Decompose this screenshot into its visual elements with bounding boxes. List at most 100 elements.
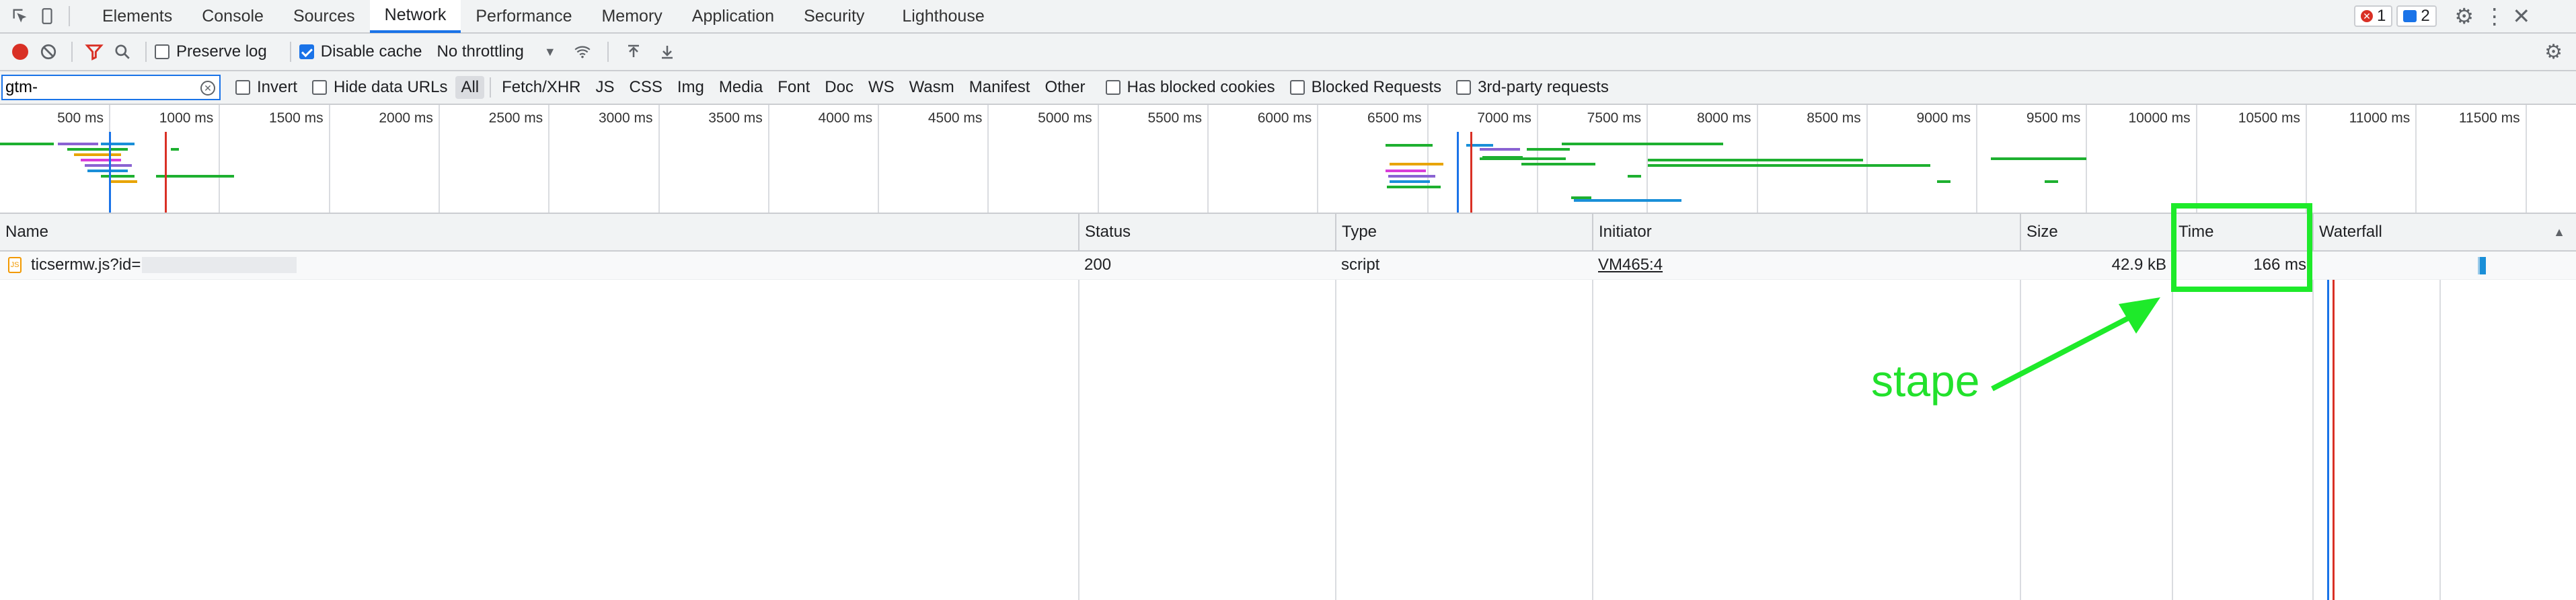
timeline-request-bar [110,180,137,183]
column-header-label: Size [2026,223,2058,241]
timeline-gridline [1317,105,1319,213]
timeline-event-marker [165,132,167,213]
network-overview-timeline[interactable]: 500 ms 1000 ms 1500 ms 2000 ms 2500 ms 3000 m… [0,105,2576,214]
filter-type-img[interactable]: Img [672,76,710,99]
tab-application[interactable]: Application [677,0,789,33]
filter-type-manifest[interactable]: Manifest [964,76,1036,99]
hide-data-urls-checkbox[interactable]: Hide data URLs [312,78,447,97]
filter-type-all[interactable]: All [455,76,485,99]
filter-type-font[interactable]: Font [772,76,815,99]
filter-type-wasm[interactable]: Wasm [904,76,960,99]
timeline-tick-label: 11500 ms [2458,110,2520,126]
disable-cache-checkbox[interactable]: Disable cache [299,42,422,61]
timeline-gridline [1976,105,1978,213]
timeline-request-bar [1390,163,1443,165]
throttling-select[interactable]: No throttling ▼ [437,42,556,61]
tab-console[interactable]: Console [187,0,278,33]
message-icon [2403,10,2417,22]
column-header-initiator[interactable]: Initiator [1592,214,2020,250]
clear-icon[interactable] [34,43,63,61]
timeline-request-bar [1648,159,1863,161]
network-settings-gear-icon[interactable]: ⚙ [2544,34,2563,70]
timeline-request-bar [1648,164,1930,167]
column-header-type[interactable]: Type [1335,214,1592,250]
column-header-status[interactable]: Status [1078,214,1335,250]
invert-checkbox[interactable]: Invert [235,78,297,97]
timeline-tick-label: 7000 ms [1477,110,1531,126]
error-badge[interactable]: ✕ 1 [2354,5,2393,27]
timeline-request-bar [1628,175,1641,178]
filter-input[interactable] [3,76,191,99]
import-har-icon[interactable] [617,43,650,61]
checkbox-box[interactable] [1456,80,1472,95]
script-file-icon: JS [8,257,22,273]
more-options-icon[interactable]: ⋮ [2481,0,2508,33]
checkbox-box[interactable] [1105,80,1121,95]
timeline-gridline [767,105,769,213]
network-toolbar: Preserve log Disable cache No throttling… [0,34,2576,71]
timeline-tick-label: 4000 ms [818,110,873,126]
filter-input-wrapper[interactable]: ✕ [1,75,221,100]
timeline-tick-label: 8000 ms [1696,110,1751,126]
tab-sources[interactable]: Sources [278,0,370,33]
export-har-icon[interactable] [650,43,684,61]
status-cell: 200 [1084,256,1112,274]
timeline-request-bar [156,175,234,178]
filter-type-ws[interactable]: WS [863,76,900,99]
filter-type-css[interactable]: CSS [624,76,668,99]
checkbox-box[interactable] [155,44,169,59]
filter-type-doc[interactable]: Doc [819,76,859,99]
timeline-tick-label: 10000 ms [2128,110,2191,126]
filter-type-fetch-xhr[interactable]: Fetch/XHR [496,76,586,99]
timeline-gridline [2306,105,2307,213]
blocked-requests-checkbox[interactable]: Blocked Requests [1289,78,1441,97]
request-table-body: JS ticsermw.js?id= 200 script VM465:4 42… [0,252,2576,600]
column-header-label: Status [1085,223,1131,241]
filter-type-js[interactable]: JS [591,76,620,99]
checkbox-box[interactable] [235,80,250,95]
timeline-tick-label: 9000 ms [1916,110,1971,126]
filter-type-media[interactable]: Media [714,76,768,99]
device-toolbar-icon[interactable] [34,0,61,33]
checkbox-box[interactable] [299,44,314,59]
initiator-link[interactable]: VM465:4 [1598,252,1663,278]
search-icon[interactable] [108,43,137,61]
request-name-cell[interactable]: JS ticsermw.js?id= [8,252,297,278]
timeline-gridline [548,105,550,213]
timeline-gridline [658,105,660,213]
tab-network[interactable]: Network [369,0,461,33]
close-devtools-icon[interactable]: ✕ [2508,0,2535,33]
gear-icon[interactable]: ⚙ [2448,0,2481,33]
timeline-request-bar [1562,143,1723,145]
record-icon[interactable] [7,44,34,60]
timeline-request-bar [1387,186,1441,188]
timeline-request-bar [1386,170,1426,172]
filter-type-other[interactable]: Other [1039,76,1090,99]
third-party-requests-checkbox[interactable]: 3rd-party requests [1456,78,1609,97]
timeline-tick-label: 5000 ms [1038,110,1092,126]
devtools-tab-bar: Elements Console Sources Network Performance… [0,0,2576,34]
tab-elements[interactable]: Elements [87,0,187,33]
column-header-name[interactable]: Name [0,214,1078,250]
type-cell: script [1341,256,1380,274]
tab-memory[interactable]: Memory [586,0,677,33]
timeline-gridline [1207,105,1209,213]
inspect-element-icon[interactable] [7,0,34,33]
column-header-size[interactable]: Size [2020,214,2172,250]
tab-lighthouse[interactable]: Lighthouse [887,0,999,33]
timeline-gridline [328,105,330,213]
message-badge[interactable]: 2 [2396,5,2437,27]
checkbox-box[interactable] [1289,80,1305,95]
filter-icon[interactable] [81,42,108,61]
has-blocked-cookies-label: Has blocked cookies [1127,78,1275,96]
clear-filter-icon[interactable]: ✕ [200,81,215,96]
column-header-waterfall[interactable]: Waterfall ▲ [2312,214,2576,250]
network-conditions-icon[interactable] [566,43,599,61]
preserve-log-checkbox[interactable]: Preserve log [155,42,267,61]
checkbox-box[interactable] [312,80,328,95]
tab-security[interactable]: Security [789,0,879,33]
dropdown-arrow-icon: ▼ [543,44,556,59]
timeline-request-bar [0,143,54,145]
has-blocked-cookies-checkbox[interactable]: Has blocked cookies [1105,78,1275,97]
tab-performance[interactable]: Performance [461,0,586,33]
